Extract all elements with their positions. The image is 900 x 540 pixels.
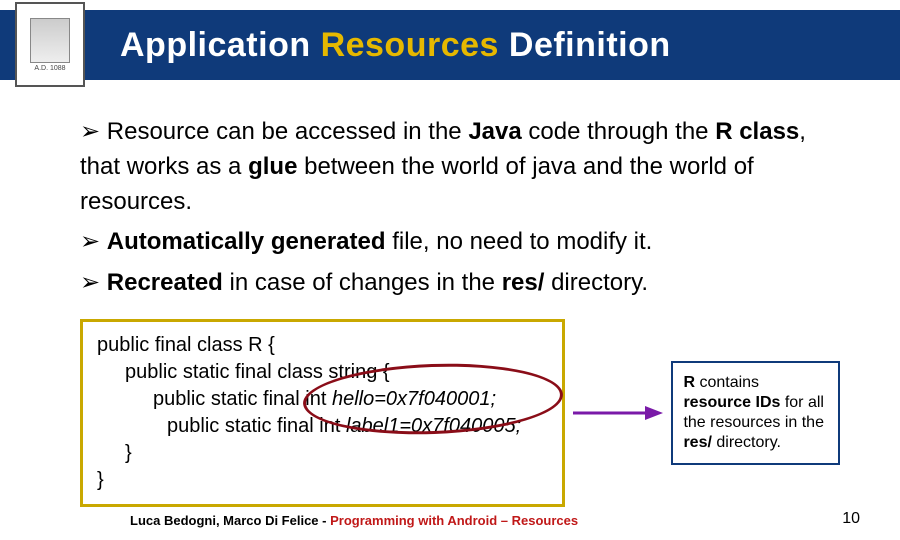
footer-course: Programming with Android – Resources xyxy=(330,513,578,528)
note-box: R contains resource IDs for all the reso… xyxy=(671,361,840,465)
arrow-icon xyxy=(573,403,663,423)
code-line: public static final class string { xyxy=(97,359,546,386)
title-part-1: Application xyxy=(120,26,321,64)
title-part-3: Definition xyxy=(499,26,671,64)
bullet-2: ➢ Automatically generated file, no need … xyxy=(80,225,840,260)
code-line: } xyxy=(97,467,546,494)
code-line: public static final int label1=0x7f04000… xyxy=(97,413,546,440)
page-number: 10 xyxy=(842,510,860,528)
footer-text: Luca Bedogni, Marco Di Felice - Programm… xyxy=(130,513,578,528)
bullet-3: ➢ Recreated in case of changes in the re… xyxy=(80,266,840,301)
bullet-1: ➢ Resource can be accessed in the Java c… xyxy=(80,115,840,219)
title-bar: Application Resources Definition xyxy=(0,10,900,80)
code-line: public static final int hello=0x7f040001… xyxy=(97,386,546,413)
code-line: } xyxy=(97,440,546,467)
code-note-row: public final class R { public static fin… xyxy=(80,319,840,507)
footer-authors: Luca Bedogni, Marco Di Felice xyxy=(130,513,319,528)
code-snippet-box: public final class R { public static fin… xyxy=(80,319,565,507)
slide-footer: Luca Bedogni, Marco Di Felice - Programm… xyxy=(0,510,900,528)
slide-body: ➢ Resource can be accessed in the Java c… xyxy=(0,90,900,507)
title-part-highlight: Resources xyxy=(321,26,499,64)
code-line: public final class R { xyxy=(97,332,546,359)
slide-title: Application Resources Definition xyxy=(120,26,671,65)
university-logo: A.D. 1088 xyxy=(15,2,85,87)
slide-header: A.D. 1088 Application Resources Definiti… xyxy=(0,0,900,90)
